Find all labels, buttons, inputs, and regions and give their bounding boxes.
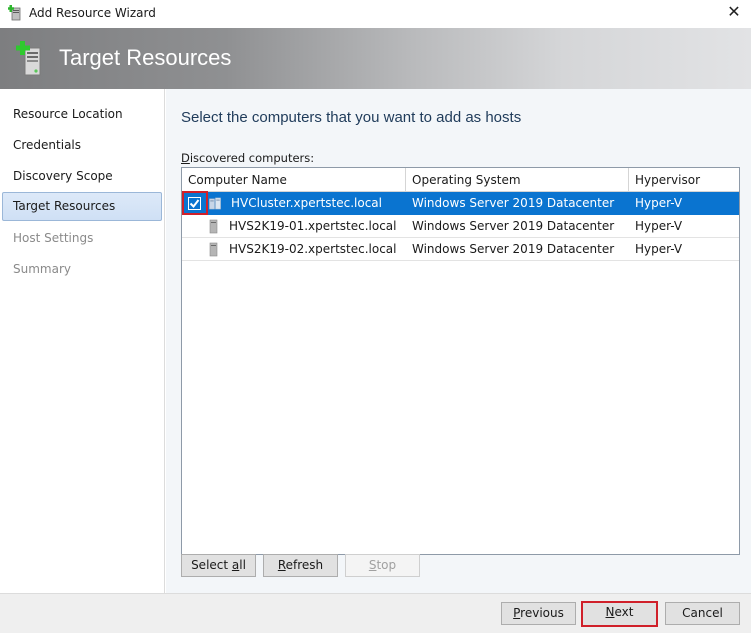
next-button[interactable]: Next: [581, 601, 658, 627]
sidebar-item-credentials[interactable]: Credentials: [2, 131, 162, 160]
step-heading: Select the computers that you want to ad…: [181, 109, 522, 126]
sidebar-item-resource-location[interactable]: Resource Location: [2, 100, 162, 129]
wizard-banner: Target Resources: [0, 28, 751, 89]
page-title: Target Resources: [59, 45, 232, 70]
add-server-icon: [8, 5, 21, 21]
wizard-footer: Previous Next Cancel: [0, 593, 751, 633]
sidebar-item-target-resources[interactable]: Target Resources: [2, 192, 162, 221]
operating-system-cell: Windows Server 2019 Datacenter: [412, 219, 615, 233]
operating-system-cell: Windows Server 2019 Datacenter: [412, 196, 615, 210]
button-label: ext: [614, 605, 634, 619]
stop-button: Stop: [345, 554, 420, 577]
computer-name-cell: HVCluster.xpertstec.local: [231, 196, 382, 210]
computer-name-cell: HVS2K19-02.xpertstec.local: [229, 242, 397, 256]
accelerator-key: D: [181, 151, 190, 165]
wizard-steps-sidebar: Resource Location Credentials Discovery …: [0, 89, 165, 593]
label-text: iscovered computers:: [189, 151, 315, 165]
hypervisor-cell: Hyper-V: [635, 219, 683, 233]
button-label: ll: [239, 558, 246, 572]
server-icon: [209, 242, 218, 257]
computer-name-cell: HVS2K19-01.xpertstec.local: [229, 219, 397, 233]
button-label: Select: [191, 558, 232, 572]
highlight-frame: [182, 191, 208, 215]
server-icon: [209, 219, 218, 234]
sidebar-item-summary: Summary: [13, 262, 71, 276]
grid-header: Computer Name Operating System Hyperviso…: [182, 168, 739, 192]
column-header-operating-system[interactable]: Operating System: [406, 168, 629, 192]
button-label: revious: [520, 606, 564, 620]
discovered-computers-label: Discovered computers:: [181, 151, 314, 165]
sidebar-item-host-settings: Host Settings: [13, 231, 94, 245]
cancel-button[interactable]: Cancel: [665, 602, 740, 625]
window-title: Add Resource Wizard: [29, 6, 156, 20]
operating-system-cell: Windows Server 2019 Datacenter: [412, 242, 615, 256]
close-icon[interactable]: ✕: [723, 2, 745, 24]
hypervisor-cell: Hyper-V: [635, 242, 683, 256]
title-bar: Add Resource Wizard ✕: [0, 0, 751, 28]
refresh-button[interactable]: Refresh: [263, 554, 338, 577]
sidebar-item-discovery-scope[interactable]: Discovery Scope: [2, 162, 162, 191]
hypervisor-cell: Hyper-V: [635, 196, 683, 210]
column-header-hypervisor[interactable]: Hypervisor: [629, 168, 739, 192]
table-row[interactable]: HVCluster.xpertstec.local Windows Server…: [182, 191, 739, 215]
accelerator-key: N: [605, 605, 615, 619]
main-panel: Select the computers that you want to ad…: [166, 89, 751, 593]
add-server-icon: [16, 41, 41, 76]
select-all-button[interactable]: Select all: [181, 554, 256, 577]
discovered-computers-grid[interactable]: Computer Name Operating System Hyperviso…: [181, 167, 740, 555]
button-label: efresh: [285, 558, 324, 572]
previous-button[interactable]: Previous: [501, 602, 576, 625]
accelerator-key: R: [277, 558, 286, 572]
column-header-computer-name[interactable]: Computer Name: [182, 168, 406, 192]
button-label: top: [376, 558, 397, 572]
cluster-icon: [209, 197, 221, 210]
table-row[interactable]: HVS2K19-01.xpertstec.local Windows Serve…: [182, 215, 739, 238]
table-row[interactable]: HVS2K19-02.xpertstec.local Windows Serve…: [182, 238, 739, 261]
